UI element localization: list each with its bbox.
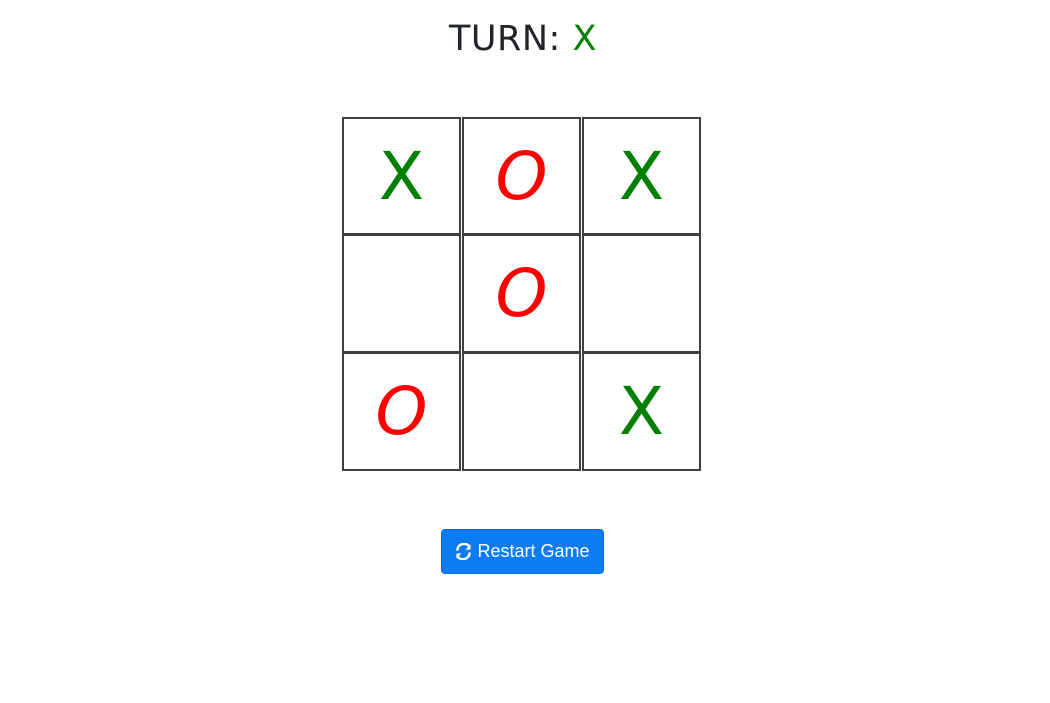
board-cell-7[interactable]: O (342, 353, 461, 471)
game-page: TURN: X X O X O O X Restart Game (0, 0, 1050, 703)
board-cell-2[interactable]: O (462, 117, 581, 235)
turn-value: X (572, 19, 597, 59)
board-cell-8[interactable] (462, 353, 581, 471)
board-cell-9[interactable]: X (582, 353, 701, 471)
board-cell-4[interactable] (342, 235, 461, 353)
board-cell-1[interactable]: X (342, 117, 461, 235)
restart-game-button[interactable]: Restart Game (441, 529, 604, 574)
board-cell-3[interactable]: X (582, 117, 701, 235)
game-board: X O X O O X (342, 117, 702, 471)
board-cell-6[interactable] (582, 235, 701, 353)
turn-label: TURN: (449, 19, 573, 59)
refresh-icon (455, 543, 472, 560)
turn-indicator: TURN: X (0, 16, 1046, 62)
board-cell-5[interactable]: O (462, 235, 581, 353)
restart-button-label: Restart Game (477, 541, 590, 561)
